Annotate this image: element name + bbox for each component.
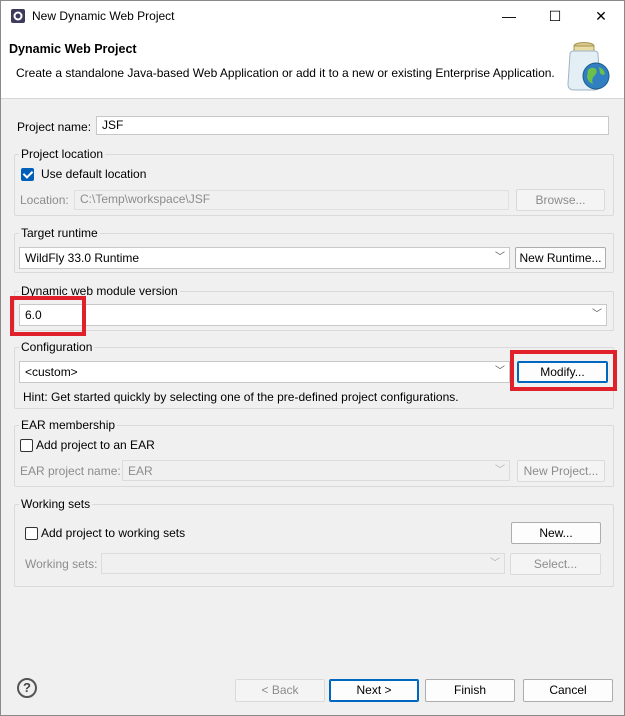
use-default-location-label[interactable]: Use default location: [41, 167, 146, 181]
back-button[interactable]: < Back: [235, 679, 325, 702]
working-sets-select[interactable]: ﹀: [101, 553, 505, 574]
add-to-ear-label[interactable]: Add project to an EAR: [36, 438, 155, 452]
title-bar: New Dynamic Web Project — ☐ ✕: [1, 1, 624, 32]
ear-membership-group-label: EAR membership: [19, 418, 118, 432]
help-icon[interactable]: ?: [17, 678, 37, 698]
chevron-down-icon: ﹀: [495, 252, 505, 263]
next-button[interactable]: Next >: [329, 679, 419, 702]
chevron-down-icon: ﹀: [592, 309, 602, 320]
use-default-location-checkbox[interactable]: [21, 168, 34, 181]
add-to-ear-checkbox[interactable]: [20, 439, 33, 452]
add-to-working-sets-label[interactable]: Add project to working sets: [41, 526, 185, 540]
chevron-down-icon: ﹀: [495, 366, 505, 377]
modify-button-highlight: [510, 350, 617, 391]
working-sets-label: Working sets:: [25, 557, 98, 571]
ear-project-name-value: EAR: [128, 464, 153, 478]
project-location-group-label: Project location: [19, 147, 106, 161]
location-input[interactable]: C:\Temp\workspace\JSF: [74, 190, 509, 210]
module-version-highlight: [10, 296, 86, 336]
working-sets-group-label: Working sets: [19, 497, 93, 511]
new-ear-project-button[interactable]: New Project...: [517, 460, 605, 482]
chevron-down-icon: ﹀: [490, 558, 500, 569]
configuration-select[interactable]: <custom> ﹀: [19, 361, 510, 383]
minimize-icon[interactable]: —: [486, 1, 532, 32]
dialog-window: New Dynamic Web Project — ☐ ✕ Dynamic We…: [0, 0, 625, 716]
project-jar-globe-icon: [567, 42, 610, 91]
ear-project-name-select[interactable]: EAR ﹀: [122, 460, 510, 481]
page-title: Dynamic Web Project: [9, 42, 137, 56]
window-title: New Dynamic Web Project: [32, 9, 175, 23]
select-working-sets-button[interactable]: Select...: [510, 553, 601, 575]
target-runtime-group-label: Target runtime: [19, 226, 100, 240]
app-icon: [11, 9, 25, 23]
ear-project-name-label: EAR project name:: [20, 464, 121, 478]
new-working-set-button[interactable]: New...: [511, 522, 601, 544]
configuration-value: <custom>: [25, 365, 78, 379]
wizard-header: Dynamic Web Project Create a standalone …: [1, 32, 624, 99]
module-version-select[interactable]: 6.0 ﹀: [19, 304, 607, 326]
add-to-working-sets-checkbox[interactable]: [25, 527, 38, 540]
maximize-icon[interactable]: ☐: [532, 1, 578, 32]
chevron-down-icon: ﹀: [495, 465, 505, 476]
new-runtime-button[interactable]: New Runtime...: [515, 247, 606, 269]
browse-button[interactable]: Browse...: [516, 189, 605, 211]
location-label: Location:: [20, 193, 69, 207]
page-description: Create a standalone Java-based Web Appli…: [16, 66, 555, 80]
target-runtime-select[interactable]: WildFly 33.0 Runtime ﹀: [19, 247, 510, 269]
project-name-input[interactable]: JSF: [96, 116, 609, 135]
project-name-label: Project name:: [17, 120, 92, 134]
close-icon[interactable]: ✕: [578, 1, 624, 32]
target-runtime-value: WildFly 33.0 Runtime: [25, 251, 140, 265]
configuration-group-label: Configuration: [19, 340, 95, 354]
configuration-hint: Hint: Get started quickly by selecting o…: [23, 390, 459, 404]
cancel-button[interactable]: Cancel: [523, 679, 613, 702]
finish-button[interactable]: Finish: [425, 679, 515, 702]
